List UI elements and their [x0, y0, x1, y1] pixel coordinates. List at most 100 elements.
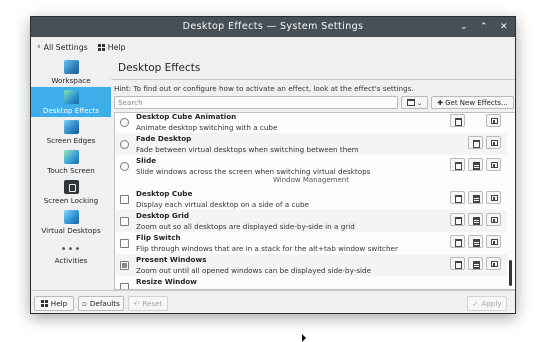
settings-window: Desktop Effects — System Settings ⌄ ⌃ ✕ … — [30, 16, 516, 314]
effect-checkbox[interactable] — [120, 217, 129, 226]
effect-description: Flip through windows that are in a stack… — [136, 244, 398, 253]
toolbar: ‹ All Settings Help — [31, 37, 515, 57]
help-label: Help — [107, 42, 126, 52]
filter-button[interactable]: ⌄ — [401, 96, 428, 109]
configure-button[interactable] — [468, 191, 483, 204]
maximize-button[interactable]: ⌃ — [479, 17, 489, 37]
effect-actions — [450, 191, 501, 204]
effect-description: Fade between virtual desktops when switc… — [136, 145, 359, 154]
effect-checkbox[interactable] — [120, 239, 129, 248]
scrollbar[interactable] — [508, 114, 514, 288]
effect-radio[interactable] — [120, 140, 129, 149]
mouse-cursor-icon — [302, 334, 306, 342]
close-button[interactable]: ✕ — [499, 17, 509, 37]
list-item[interactable]: Slide Slide windows across the screen wh… — [115, 155, 507, 177]
effect-checkbox[interactable] — [120, 261, 129, 270]
configure-button[interactable] — [468, 213, 483, 226]
effect-title: Desktop Grid — [136, 211, 189, 220]
configure-button[interactable] — [468, 257, 483, 270]
video-button[interactable] — [486, 114, 501, 127]
video-button[interactable] — [486, 213, 501, 226]
apply-button[interactable]: ✓ Apply — [467, 296, 507, 311]
touch-screen-icon — [63, 150, 79, 164]
effect-description: Slide windows across the screen when swi… — [136, 167, 371, 176]
list-item[interactable]: Flip Switch Flip through windows that ar… — [115, 232, 507, 254]
about-button[interactable] — [450, 158, 465, 171]
effect-title: Fade Desktop — [136, 134, 192, 143]
minimize-button[interactable]: ⌄ — [459, 17, 469, 37]
sidebar-item-label: Workspace — [51, 76, 91, 85]
effect-checkbox[interactable] — [120, 195, 129, 204]
effect-radio[interactable] — [120, 118, 129, 127]
sidebar-item-screen-locking[interactable]: Screen Locking — [31, 177, 111, 207]
effect-actions — [450, 114, 501, 127]
about-button[interactable] — [450, 235, 465, 248]
help-icon — [40, 300, 48, 307]
sidebar-item-screen-edges[interactable]: Screen Edges — [31, 117, 111, 147]
about-button[interactable] — [450, 191, 465, 204]
about-button[interactable] — [450, 257, 465, 270]
window-title: Desktop Effects — System Settings — [182, 21, 364, 32]
configure-button[interactable] — [468, 235, 483, 248]
list-item[interactable]: Present Windows Zoom out until all opene… — [115, 254, 507, 276]
get-new-effects-label: Get New Effects... — [445, 98, 508, 107]
chevron-left-icon: ‹ — [37, 42, 41, 52]
scroll-thumb[interactable] — [509, 260, 512, 286]
help-button[interactable]: Help — [97, 42, 126, 52]
effect-actions — [450, 158, 501, 171]
effect-description: Animate desktop switching with a cube — [136, 123, 278, 132]
effect-title: Present Windows — [136, 255, 207, 264]
effect-description: Zoom out until all opened windows can be… — [136, 266, 372, 275]
list-item[interactable]: Fade Desktop Fade between virtual deskto… — [115, 133, 507, 155]
reset-button[interactable]: ↶ Reset — [128, 296, 168, 311]
effect-title: Flip Switch — [136, 233, 181, 242]
chevron-down-icon: ⌄ — [416, 98, 423, 107]
video-button[interactable] — [486, 257, 501, 270]
configure-button[interactable] — [468, 158, 483, 171]
all-settings-label: All Settings — [43, 42, 88, 52]
list-item[interactable]: Desktop Cube Animation Animate desktop s… — [115, 113, 507, 133]
sidebar-item-virtual-desktops[interactable]: Virtual Desktops — [31, 207, 111, 237]
about-button[interactable] — [450, 213, 465, 226]
effect-radio[interactable] — [120, 162, 129, 171]
reset-label: Reset — [142, 299, 163, 308]
desktop-effects-icon — [63, 90, 79, 104]
all-settings-button[interactable]: ‹ All Settings — [37, 42, 88, 52]
effect-actions — [468, 136, 501, 149]
video-button[interactable] — [486, 235, 501, 248]
list-item[interactable]: Resize Window — [115, 276, 507, 289]
help-footer-button[interactable]: Help — [34, 296, 74, 311]
video-button[interactable] — [486, 136, 501, 149]
download-icon: ✚ — [437, 98, 444, 107]
window-controls: ⌄ ⌃ ✕ — [459, 17, 509, 37]
effect-actions — [450, 235, 501, 248]
screen-edges-icon — [63, 120, 79, 134]
hint-text: Hint: To find out or configure how to ac… — [114, 84, 414, 93]
sidebar-item-label: Virtual Desktops — [41, 226, 101, 235]
video-button[interactable] — [486, 191, 501, 204]
sidebar-item-workspace[interactable]: Workspace — [31, 57, 111, 87]
about-button[interactable] — [450, 114, 465, 127]
activities-icon: ••• — [60, 244, 82, 255]
about-button[interactable] — [468, 136, 483, 149]
main-panel: Desktop Effects Hint: To find out or con… — [111, 57, 515, 290]
help-icon — [97, 43, 105, 51]
search-input[interactable]: Search — [114, 96, 398, 109]
get-new-effects-button[interactable]: ✚ Get New Effects... — [431, 96, 514, 109]
defaults-button[interactable]: ▫ Defaults — [78, 296, 124, 311]
list-item[interactable]: Desktop Cube Display each virtual deskto… — [115, 188, 507, 210]
footer-bar: Help ▫ Defaults ↶ Reset ✓ Apply — [31, 290, 515, 313]
video-button[interactable] — [486, 158, 501, 171]
sidebar-item-label: Touch Screen — [47, 166, 95, 175]
sidebar-item-desktop-effects[interactable]: Desktop Effects — [31, 87, 111, 117]
effect-actions — [450, 257, 501, 270]
virtual-desktops-icon — [63, 210, 79, 224]
effects-list[interactable]: Desktop Cube Animation Animate desktop s… — [114, 112, 515, 290]
sidebar-item-activities[interactable]: ••• Activities — [31, 237, 111, 267]
sidebar-item-touch-screen[interactable]: Touch Screen — [31, 147, 111, 177]
undo-icon: ↶ — [133, 299, 140, 308]
screen-locking-icon — [63, 180, 79, 194]
list-item[interactable]: Desktop Grid Zoom out so all desktops ar… — [115, 210, 507, 232]
effect-checkbox[interactable] — [120, 283, 129, 289]
